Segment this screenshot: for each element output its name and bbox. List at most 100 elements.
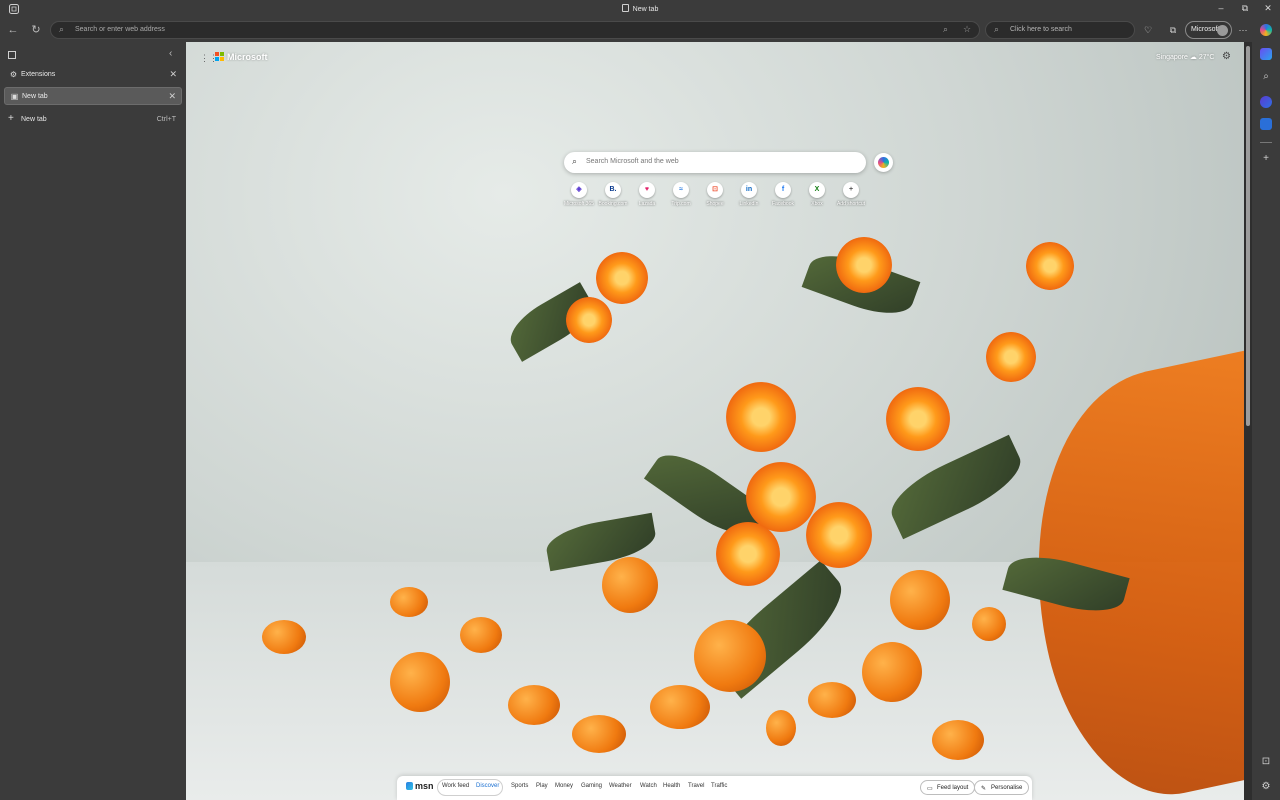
trip-icon: ≈ bbox=[673, 182, 689, 198]
blossom-image bbox=[746, 462, 816, 532]
tab-new-tab[interactable]: ▣ New tab ✕ bbox=[4, 87, 182, 105]
title-bar: New tab – ⧉ ✕ bbox=[0, 0, 1280, 18]
facebook-icon: f bbox=[775, 182, 791, 198]
back-button[interactable]: ← bbox=[5, 22, 21, 38]
search-icon: ⌕ bbox=[59, 24, 65, 34]
tab-discover[interactable]: Discover bbox=[476, 783, 499, 789]
restore-button[interactable]: ⧉ bbox=[1235, 3, 1255, 14]
orange-image bbox=[602, 557, 658, 613]
page-icon bbox=[621, 4, 629, 12]
sidebar-settings-icon[interactable]: ⚙ bbox=[1258, 781, 1274, 792]
feed-layout-icon: ▭ bbox=[927, 786, 933, 792]
favorite-star-icon[interactable]: ☆ bbox=[963, 24, 971, 35]
app-launcher-icon[interactable]: ⋮⋮ bbox=[200, 53, 218, 63]
tab-label: Extensions bbox=[21, 71, 56, 78]
blossom-image bbox=[886, 387, 950, 451]
personalise-button[interactable]: ✎ Personalise bbox=[974, 780, 1030, 795]
more-menu-icon[interactable]: ⋯ bbox=[1235, 22, 1251, 38]
weather-widget[interactable]: Singapore ☁ 27°C bbox=[1156, 53, 1214, 61]
add-shortcut-button[interactable]: + Add shortcut bbox=[834, 182, 868, 210]
weather-location: Singapore bbox=[1156, 54, 1188, 61]
vertical-tabs-panel: ‹ ⚙ Extensions ✕ ▣ New tab ✕ + New tab C… bbox=[0, 42, 186, 800]
nav-health[interactable]: Health bbox=[663, 783, 680, 789]
microsoft-365-icon: ◈ bbox=[571, 182, 587, 198]
feed-layout-button[interactable]: ▭ Feed layout bbox=[920, 780, 976, 795]
zoom-icon[interactable]: ⌕ bbox=[943, 24, 948, 35]
orange-image bbox=[572, 715, 626, 753]
collections-icon[interactable]: ⧉ bbox=[1165, 22, 1181, 38]
plus-icon: + bbox=[843, 182, 859, 198]
nav-watch[interactable]: Watch bbox=[640, 783, 657, 789]
tab-label: New tab bbox=[22, 93, 48, 100]
web-search-placeholder: Click here to search bbox=[1010, 26, 1072, 33]
copilot-app-icon[interactable] bbox=[1260, 48, 1272, 60]
page-scrollbar[interactable] bbox=[1244, 42, 1252, 800]
new-tab-button[interactable]: + New tab Ctrl+T bbox=[4, 112, 182, 128]
customize-icon[interactable]: ⊡ bbox=[1258, 756, 1274, 767]
address-bar[interactable]: ⌕ Search or enter web address ⌕ ☆ bbox=[50, 21, 980, 39]
rail-divider bbox=[1260, 142, 1272, 143]
browser-window: New tab – ⧉ ✕ ← ↻ ⌕ Search or enter web … bbox=[0, 0, 1280, 800]
blossom-image bbox=[806, 502, 872, 568]
close-window-button[interactable]: ✕ bbox=[1258, 3, 1278, 14]
blossom-image bbox=[836, 237, 892, 293]
xbox-icon: X bbox=[809, 182, 825, 198]
right-sidebar: ⌕ + ⊡ ⚙ bbox=[1252, 18, 1280, 800]
web-search-box[interactable]: ⌕ Click here to search bbox=[985, 21, 1135, 39]
nav-money[interactable]: Money bbox=[555, 783, 573, 789]
tab-extensions[interactable]: ⚙ Extensions ✕ bbox=[4, 66, 182, 84]
orange-image bbox=[650, 685, 710, 729]
browser-essentials-icon[interactable]: ♡ bbox=[1140, 22, 1156, 38]
refresh-button[interactable]: ↻ bbox=[28, 22, 44, 38]
orange-image bbox=[262, 620, 306, 654]
plus-icon: + bbox=[8, 113, 14, 124]
weather-cloud-icon: ☁ bbox=[1189, 54, 1199, 61]
minimize-button[interactable]: – bbox=[1211, 3, 1231, 13]
close-tab-icon[interactable]: ✕ bbox=[169, 69, 177, 80]
address-placeholder: Search or enter web address bbox=[75, 26, 165, 33]
profile-button[interactable]: Microsoft bbox=[1185, 21, 1232, 39]
search-icon[interactable]: ⌕ bbox=[1258, 71, 1274, 82]
copilot-icon bbox=[878, 157, 889, 168]
new-tab-shortcut: Ctrl+T bbox=[156, 116, 176, 123]
personalise-icon: ✎ bbox=[981, 786, 987, 792]
tab-actions-icon[interactable] bbox=[8, 51, 16, 59]
orange-image bbox=[932, 720, 984, 760]
scrollbar-thumb[interactable] bbox=[1246, 46, 1250, 426]
close-tab-icon[interactable]: ✕ bbox=[168, 91, 176, 102]
copilot-button[interactable] bbox=[874, 153, 893, 172]
nav-traffic[interactable]: Traffic bbox=[711, 783, 727, 789]
msn-logo[interactable]: msn bbox=[406, 781, 434, 791]
blossom-image bbox=[716, 522, 780, 586]
outlook-icon[interactable] bbox=[1260, 118, 1272, 130]
booking-icon: B. bbox=[605, 182, 621, 198]
orange-image bbox=[890, 570, 950, 630]
linkedin-icon: in bbox=[741, 182, 757, 198]
tab-work-feed[interactable]: Work feed bbox=[442, 783, 469, 789]
profile-label: Microsoft bbox=[1191, 26, 1220, 33]
page-settings-gear-icon[interactable]: ⚙ bbox=[1222, 51, 1231, 62]
page-search-placeholder: Search Microsoft and the web bbox=[586, 158, 679, 165]
msn-butterfly-icon bbox=[406, 782, 413, 790]
lazada-icon: ♥ bbox=[639, 182, 655, 198]
page-search-input[interactable]: ⌕ Search Microsoft and the web bbox=[564, 152, 866, 173]
orange-image bbox=[972, 607, 1006, 641]
nav-weather[interactable]: Weather bbox=[609, 783, 632, 789]
nav-play[interactable]: Play bbox=[536, 783, 548, 789]
orange-image bbox=[766, 710, 796, 746]
msn-logo-text: msn bbox=[415, 781, 434, 791]
new-tab-page-icon: ▣ bbox=[10, 92, 19, 101]
orange-image bbox=[694, 620, 766, 692]
nav-sports[interactable]: Sports bbox=[511, 783, 528, 789]
nav-gaming[interactable]: Gaming bbox=[581, 783, 602, 789]
avatar bbox=[1217, 25, 1228, 36]
copilot-icon[interactable] bbox=[1260, 24, 1272, 36]
weather-temp: 27°C bbox=[1198, 54, 1215, 61]
brand-name[interactable]: Microsoft bbox=[227, 52, 268, 62]
toolbar: ← ↻ ⌕ Search or enter web address ⌕ ☆ ⌕ … bbox=[0, 18, 1280, 42]
add-app-icon[interactable]: + bbox=[1258, 153, 1274, 164]
quick-link-label: Add shortcut bbox=[836, 201, 866, 207]
nav-travel[interactable]: Travel bbox=[688, 783, 704, 789]
microsoft-365-icon[interactable] bbox=[1260, 96, 1272, 108]
collapse-panel-icon[interactable]: ‹ bbox=[169, 48, 172, 59]
